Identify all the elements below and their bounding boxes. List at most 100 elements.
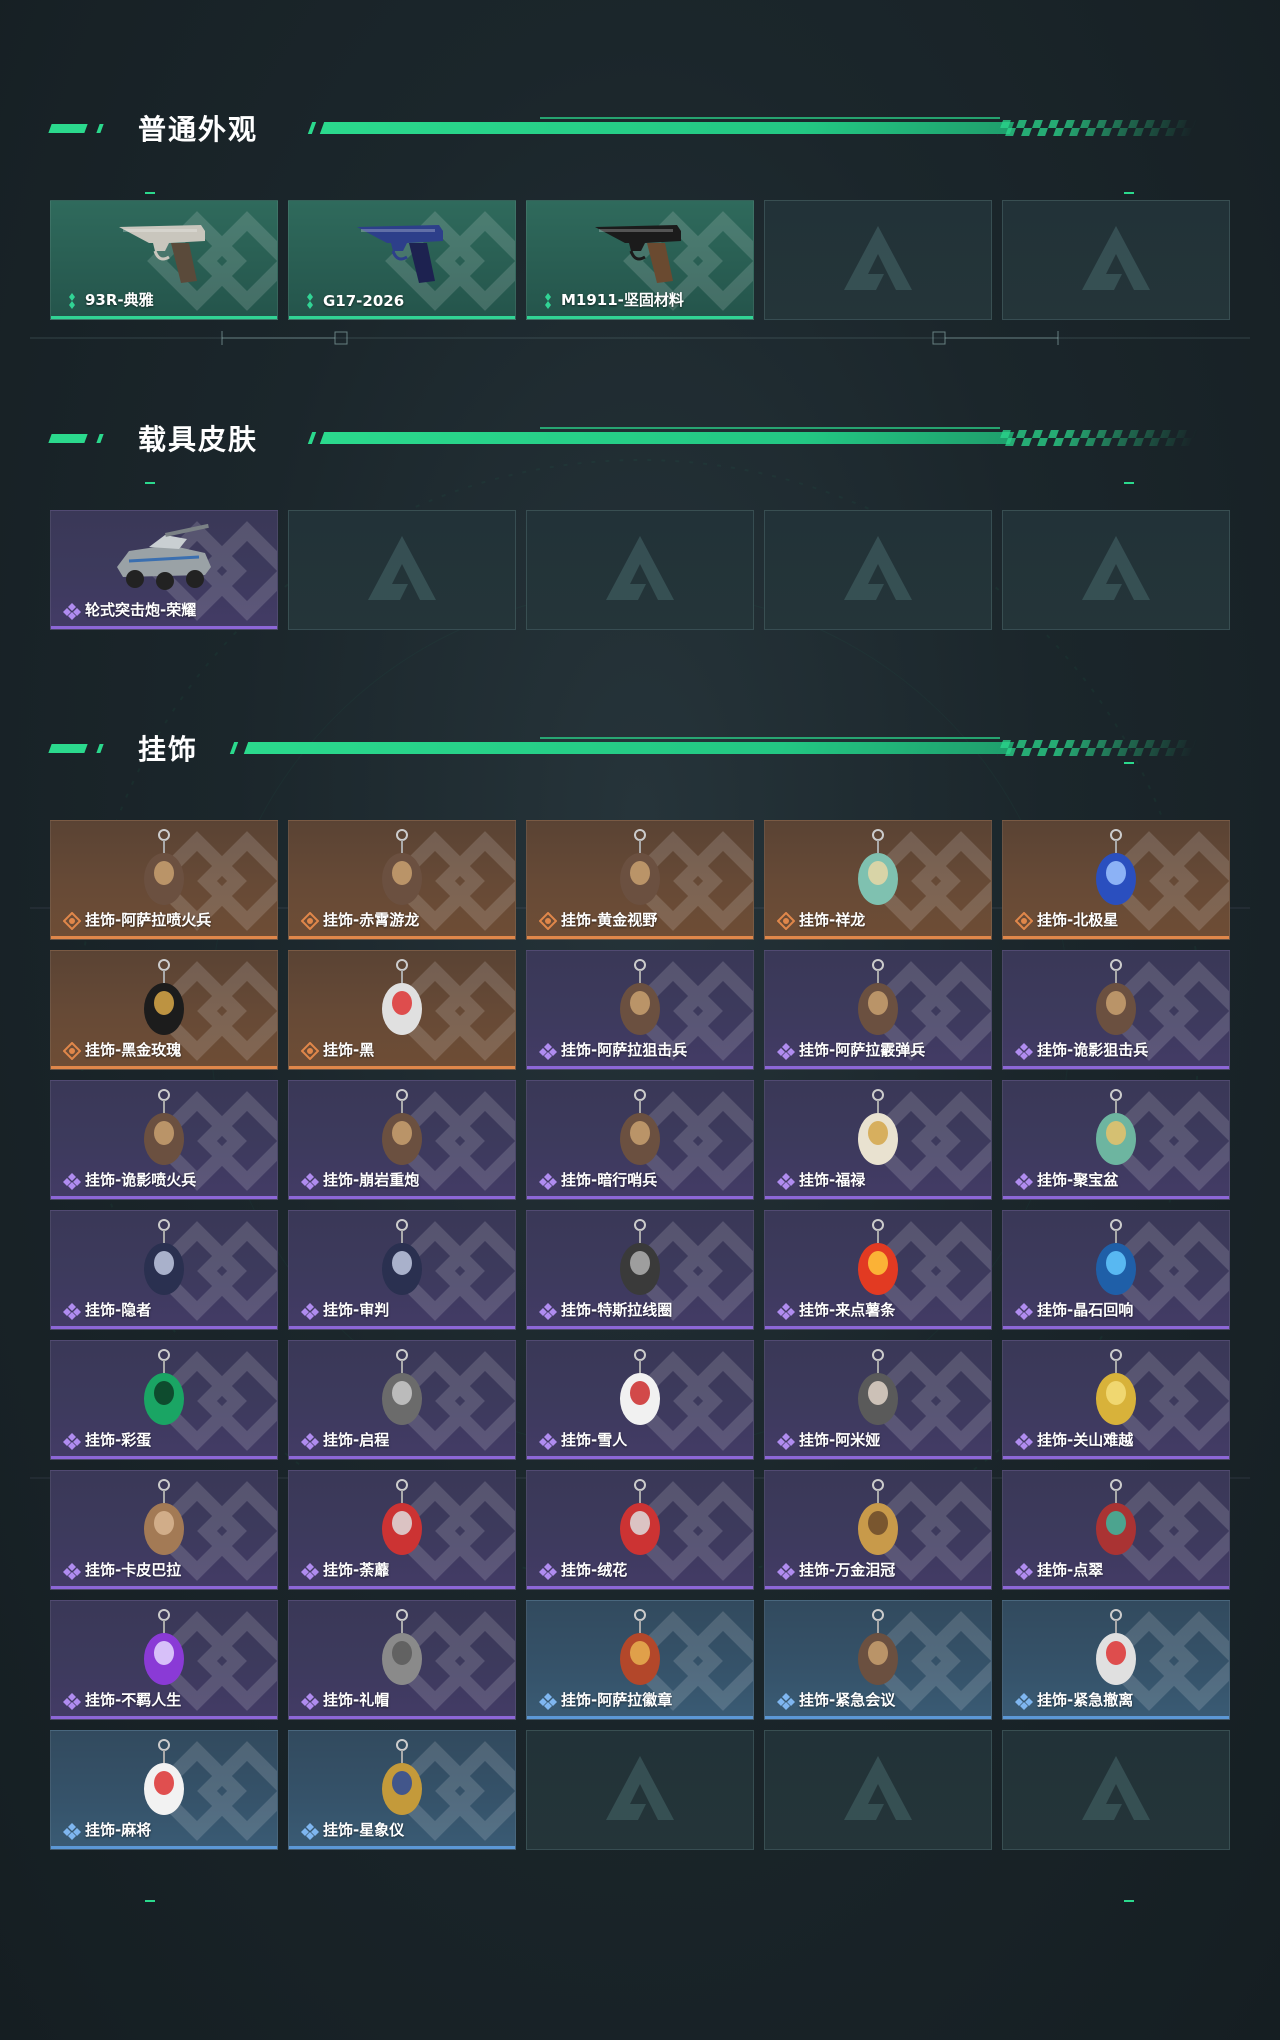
placeholder-logo-icon bbox=[844, 226, 912, 290]
item-card[interactable]: 挂饰-聚宝盆 bbox=[1002, 1080, 1230, 1200]
item-card[interactable]: 挂饰-万金泪冠 bbox=[764, 1470, 992, 1590]
item-card[interactable]: M1911-坚固材料 bbox=[526, 200, 754, 320]
rarity-purple-icon bbox=[1015, 1433, 1033, 1450]
rarity-purple-icon bbox=[301, 1303, 319, 1320]
rarity-stripe bbox=[527, 1066, 753, 1069]
pistol-blue-icon bbox=[357, 225, 443, 283]
placeholder-logo-icon bbox=[1082, 226, 1150, 290]
charm-figure-icon bbox=[382, 1089, 422, 1165]
item-card[interactable]: 挂饰-暗行哨兵 bbox=[526, 1080, 754, 1200]
rarity-stripe bbox=[1003, 1326, 1229, 1329]
item-label: 挂饰-麻将 bbox=[85, 1821, 152, 1839]
item-card[interactable]: 挂饰-阿萨拉狙击兵 bbox=[526, 950, 754, 1070]
item-label: 挂饰-晶石回响 bbox=[1037, 1301, 1134, 1319]
timeline-separator bbox=[30, 331, 1250, 345]
charm-flower-icon bbox=[620, 1479, 660, 1555]
charm-figure-icon bbox=[382, 829, 422, 905]
item-card[interactable]: 挂饰-黄金视野 bbox=[526, 820, 754, 940]
rarity-blue-icon bbox=[301, 1823, 319, 1840]
item-card[interactable]: 挂饰-卡皮巴拉 bbox=[50, 1470, 278, 1590]
item-card[interactable]: 挂饰-赤霄游龙 bbox=[288, 820, 516, 940]
item-label: 挂饰-关山难越 bbox=[1037, 1431, 1134, 1449]
rarity-purple-icon bbox=[539, 1043, 557, 1060]
item-card[interactable]: 挂饰-阿萨拉霰弹兵 bbox=[764, 950, 992, 1070]
rarity-purple-icon bbox=[1015, 1303, 1033, 1320]
rarity-stripe bbox=[527, 1326, 753, 1329]
item-card[interactable]: 挂饰-审判 bbox=[288, 1210, 516, 1330]
empty-slot bbox=[1002, 1730, 1230, 1850]
item-card[interactable]: 挂饰-不羁人生 bbox=[50, 1600, 278, 1720]
item-card[interactable]: 挂饰-点翠 bbox=[1002, 1470, 1230, 1590]
item-label: 挂饰-彩蛋 bbox=[85, 1431, 152, 1449]
rarity-stripe bbox=[51, 1196, 277, 1199]
item-card[interactable]: 挂饰-祥龙 bbox=[764, 820, 992, 940]
item-label: 挂饰-聚宝盆 bbox=[1037, 1171, 1119, 1189]
item-label: 挂饰-雪人 bbox=[561, 1431, 628, 1449]
charm-hat-icon bbox=[382, 1609, 422, 1685]
item-card[interactable]: 挂饰-来点薯条 bbox=[764, 1210, 992, 1330]
item-card[interactable]: 挂饰-黑金玫瑰 bbox=[50, 950, 278, 1070]
empty-slot bbox=[288, 510, 516, 630]
item-card[interactable]: 挂饰-关山难越 bbox=[1002, 1340, 1230, 1460]
item-card[interactable]: 挂饰-绒花 bbox=[526, 1470, 754, 1590]
rarity-stripe bbox=[51, 936, 277, 939]
placeholder-logo-icon bbox=[1082, 536, 1150, 600]
item-card[interactable]: 挂饰-黑 bbox=[288, 950, 516, 1070]
item-card[interactable]: 挂饰-阿萨拉徽章 bbox=[526, 1600, 754, 1720]
rarity-stripe bbox=[1003, 936, 1229, 939]
item-card[interactable]: 挂饰-紧急撤离 bbox=[1002, 1600, 1230, 1720]
pistol-silver-icon bbox=[119, 225, 205, 283]
item-card[interactable]: 挂饰-启程 bbox=[288, 1340, 516, 1460]
item-card[interactable]: 挂饰-阿萨拉喷火兵 bbox=[50, 820, 278, 940]
item-label: 挂饰-点翠 bbox=[1037, 1561, 1104, 1579]
charm-figure-icon bbox=[144, 829, 184, 905]
placeholder-logo-icon bbox=[844, 536, 912, 600]
rarity-stripe bbox=[289, 316, 515, 319]
rarity-stripe bbox=[51, 316, 277, 319]
item-card[interactable]: 挂饰-诡影狙击兵 bbox=[1002, 950, 1230, 1070]
item-card[interactable]: 挂饰-崩岩重炮 bbox=[288, 1080, 516, 1200]
item-label: 挂饰-紧急撤离 bbox=[1037, 1691, 1134, 1709]
item-card[interactable]: 挂饰-特斯拉线圈 bbox=[526, 1210, 754, 1330]
section-header: 普通外观 bbox=[0, 100, 1280, 160]
charm-gold-bar-icon bbox=[1096, 1349, 1136, 1425]
rarity-stripe bbox=[527, 1586, 753, 1589]
charm-snowman-icon bbox=[620, 1349, 660, 1425]
item-label: 挂饰-阿萨拉狙击兵 bbox=[561, 1041, 688, 1059]
item-label: 挂饰-卡皮巴拉 bbox=[85, 1561, 182, 1579]
rarity-stripe bbox=[765, 1326, 991, 1329]
rarity-blue-icon bbox=[539, 1693, 557, 1710]
item-card[interactable]: 挂饰-礼帽 bbox=[288, 1600, 516, 1720]
rarity-purple-icon bbox=[1015, 1173, 1033, 1190]
item-card[interactable]: 挂饰-紧急会议 bbox=[764, 1600, 992, 1720]
item-card[interactable]: 挂饰-荼蘼 bbox=[288, 1470, 516, 1590]
item-card[interactable]: 挂饰-阿米娅 bbox=[764, 1340, 992, 1460]
item-card[interactable]: 挂饰-晶石回响 bbox=[1002, 1210, 1230, 1330]
item-card[interactable]: 挂饰-隐者 bbox=[50, 1210, 278, 1330]
item-label: 93R-典雅 bbox=[85, 291, 154, 309]
placeholder-logo-icon bbox=[844, 1756, 912, 1820]
rarity-stripe bbox=[1003, 1586, 1229, 1589]
rarity-purple-icon bbox=[63, 1693, 81, 1710]
rarity-stripe bbox=[527, 1716, 753, 1719]
item-card[interactable]: 挂饰-北极星 bbox=[1002, 820, 1230, 940]
item-card[interactable]: G17-2026 bbox=[288, 200, 516, 320]
rarity-orange-icon bbox=[1015, 912, 1033, 930]
item-card[interactable]: 轮式突击炮-荣耀 bbox=[50, 510, 278, 630]
item-card[interactable]: 挂饰-彩蛋 bbox=[50, 1340, 278, 1460]
rarity-stripe bbox=[51, 1066, 277, 1069]
pistol-black-icon bbox=[595, 225, 681, 283]
item-card[interactable]: 挂饰-诡影喷火兵 bbox=[50, 1080, 278, 1200]
item-card[interactable]: 93R-典雅 bbox=[50, 200, 278, 320]
rarity-purple-icon bbox=[539, 1173, 557, 1190]
item-card[interactable]: 挂饰-星象仪 bbox=[288, 1730, 516, 1850]
rarity-purple-icon bbox=[301, 1433, 319, 1450]
item-card[interactable]: 挂饰-麻将 bbox=[50, 1730, 278, 1850]
item-card[interactable]: 挂饰-雪人 bbox=[526, 1340, 754, 1460]
item-card[interactable]: 挂饰-福禄 bbox=[764, 1080, 992, 1200]
item-label: 挂饰-福禄 bbox=[799, 1171, 866, 1189]
item-label: M1911-坚固材料 bbox=[561, 291, 684, 309]
charm-card-icon bbox=[382, 1219, 422, 1295]
rarity-stripe bbox=[527, 316, 753, 319]
empty-slot bbox=[1002, 510, 1230, 630]
